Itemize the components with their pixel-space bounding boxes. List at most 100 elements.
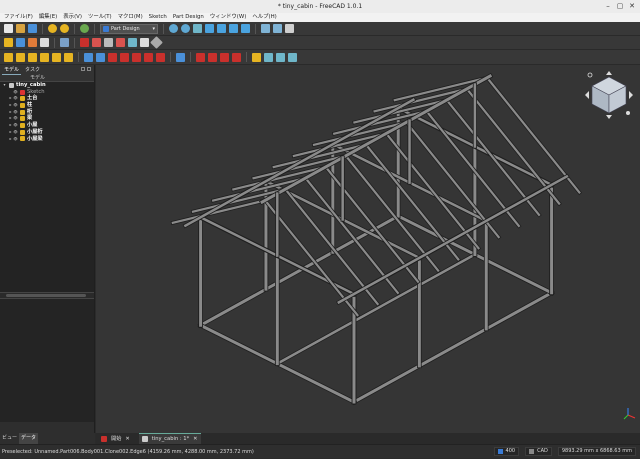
tree-item[interactable]: ▸ 👁 土台 bbox=[0, 95, 94, 102]
additive-primitive-icon[interactable] bbox=[64, 52, 73, 62]
menu-tools[interactable]: ツール(T) bbox=[88, 13, 112, 22]
menu-edit[interactable]: 編集(E) bbox=[39, 13, 57, 22]
expand-arrow-icon[interactable]: ▾ bbox=[2, 82, 7, 89]
datum-icon[interactable] bbox=[150, 36, 163, 49]
visibility-eye-icon[interactable]: 👁 bbox=[13, 115, 18, 122]
menu-macro[interactable]: マクロ(M) bbox=[118, 13, 143, 22]
close-panel-icon[interactable] bbox=[87, 67, 91, 71]
view-right-icon[interactable] bbox=[241, 24, 250, 33]
subtractive-loft-icon[interactable] bbox=[120, 52, 129, 62]
zoom-selection-icon[interactable] bbox=[181, 24, 190, 33]
visibility-eye-icon[interactable]: 👁 bbox=[13, 95, 18, 102]
tab-data[interactable]: データ bbox=[19, 433, 39, 444]
boolean-icon[interactable] bbox=[176, 52, 185, 62]
tab-tasks[interactable]: タスク bbox=[23, 65, 42, 75]
maximize-icon[interactable]: ▢ bbox=[616, 2, 624, 10]
menu-sketch[interactable]: Sketch bbox=[149, 13, 167, 22]
variable-icon[interactable] bbox=[40, 38, 49, 47]
validate-sketch-icon[interactable] bbox=[104, 38, 113, 47]
group-icon[interactable] bbox=[16, 38, 25, 47]
pipe-icon[interactable] bbox=[40, 52, 49, 62]
workbench-selector[interactable]: Part Design bbox=[100, 23, 158, 34]
close-icon[interactable]: ✕ bbox=[628, 2, 636, 10]
pad-icon[interactable] bbox=[4, 52, 13, 62]
tab-start[interactable]: 開始 ✕ bbox=[98, 433, 133, 444]
hole-icon[interactable] bbox=[96, 52, 105, 62]
tree-item[interactable]: ▸ 👁 小屋 bbox=[0, 122, 94, 129]
menu-window[interactable]: ウィンドウ(W) bbox=[210, 13, 247, 22]
scrollbar-thumb[interactable] bbox=[6, 294, 86, 297]
pocket-icon[interactable] bbox=[84, 52, 93, 62]
tab-tiny-cabin[interactable]: tiny_cabin : 1* ✕ bbox=[138, 433, 201, 444]
visibility-eye-icon[interactable]: 👁 bbox=[13, 129, 18, 136]
menu-part-design[interactable]: Part Design bbox=[173, 13, 204, 22]
tab-view[interactable]: ビュー bbox=[2, 433, 17, 444]
close-tab-icon[interactable]: ✕ bbox=[125, 436, 129, 442]
polar-pattern-icon[interactable] bbox=[276, 52, 285, 62]
zoom-fit-icon[interactable] bbox=[169, 24, 178, 33]
menu-view[interactable]: 表示(V) bbox=[63, 13, 82, 22]
visibility-eye-icon[interactable]: 👁 bbox=[13, 109, 18, 116]
help-what-icon[interactable] bbox=[285, 24, 294, 33]
helix-icon[interactable] bbox=[52, 52, 61, 62]
fillet-icon[interactable] bbox=[196, 52, 205, 62]
visibility-eye-icon[interactable]: 👁 bbox=[13, 102, 18, 109]
undo-icon[interactable] bbox=[48, 24, 57, 33]
measure-icon[interactable] bbox=[261, 24, 270, 33]
sketch-icon[interactable] bbox=[92, 38, 101, 47]
close-tab-icon[interactable]: ✕ bbox=[193, 436, 197, 442]
visibility-eye-icon[interactable]: 👁 bbox=[13, 89, 18, 96]
subtractive-primitive-icon[interactable] bbox=[156, 52, 165, 62]
navigation-cube[interactable] bbox=[584, 69, 634, 121]
menu-file[interactable]: ファイル(F) bbox=[4, 13, 33, 22]
link-icon[interactable] bbox=[28, 38, 37, 47]
revolution-icon[interactable] bbox=[16, 52, 25, 62]
navigation-style[interactable]: CAD bbox=[525, 447, 552, 456]
mirrored-icon[interactable] bbox=[252, 52, 261, 62]
3d-viewport[interactable] bbox=[96, 65, 640, 433]
save-icon[interactable] bbox=[28, 24, 37, 33]
sub-shape-binder-icon[interactable] bbox=[128, 38, 137, 47]
part-icon[interactable] bbox=[4, 38, 13, 47]
refresh-icon[interactable] bbox=[80, 24, 89, 33]
new-file-icon[interactable] bbox=[4, 24, 13, 33]
view-iso-icon[interactable] bbox=[205, 24, 214, 33]
std-icon[interactable] bbox=[273, 24, 282, 33]
subtractive-pipe-icon[interactable] bbox=[132, 52, 141, 62]
view-top-icon[interactable] bbox=[229, 24, 238, 33]
linear-pattern-icon[interactable] bbox=[264, 52, 273, 62]
tree-item[interactable]: ▸ 👁 小屋桁 bbox=[0, 129, 94, 136]
menu-help[interactable]: ヘルプ(H) bbox=[252, 13, 276, 22]
toolbar-separator bbox=[163, 23, 164, 34]
cabin-frame-model[interactable] bbox=[96, 65, 640, 433]
tree-item[interactable]: ▸ 👁 柱 bbox=[0, 102, 94, 109]
body-icon[interactable] bbox=[80, 38, 89, 47]
float-panel-icon[interactable] bbox=[81, 67, 85, 71]
clone-icon[interactable] bbox=[140, 38, 149, 47]
draw-style-icon[interactable] bbox=[193, 24, 202, 33]
tree-item[interactable]: ▾ tiny_cabin bbox=[0, 82, 94, 89]
tab-model[interactable]: モデル bbox=[2, 65, 22, 75]
minimize-icon[interactable]: – bbox=[604, 2, 612, 10]
frame-member[interactable] bbox=[351, 290, 554, 405]
draft-icon[interactable] bbox=[220, 52, 229, 62]
redo-icon[interactable] bbox=[60, 24, 69, 33]
tree-item[interactable]: ▸ 👁 小屋梁 bbox=[0, 136, 94, 143]
loft-icon[interactable] bbox=[28, 52, 37, 62]
groove-icon[interactable] bbox=[108, 52, 117, 62]
visibility-eye-icon[interactable]: 👁 bbox=[13, 136, 18, 143]
link-actions-icon[interactable] bbox=[60, 38, 69, 47]
chamfer-icon[interactable] bbox=[208, 52, 217, 62]
tree-item[interactable]: ▸ 👁 梁 bbox=[0, 115, 94, 122]
thickness-icon[interactable] bbox=[232, 52, 241, 62]
combo-tabs: モデル タスク bbox=[0, 65, 94, 75]
open-file-icon[interactable] bbox=[16, 24, 25, 33]
shape-binder-icon[interactable] bbox=[116, 38, 125, 47]
subtractive-helix-icon[interactable] bbox=[144, 52, 153, 62]
visibility-eye-icon[interactable]: 👁 bbox=[13, 122, 18, 129]
toolbar-separator bbox=[246, 52, 247, 62]
multi-transform-icon[interactable] bbox=[288, 52, 297, 62]
tree-item[interactable]: 👁 Sketch bbox=[0, 89, 94, 96]
tree-item[interactable]: ▸ 👁 桁 bbox=[0, 109, 94, 116]
view-front-icon[interactable] bbox=[217, 24, 226, 33]
